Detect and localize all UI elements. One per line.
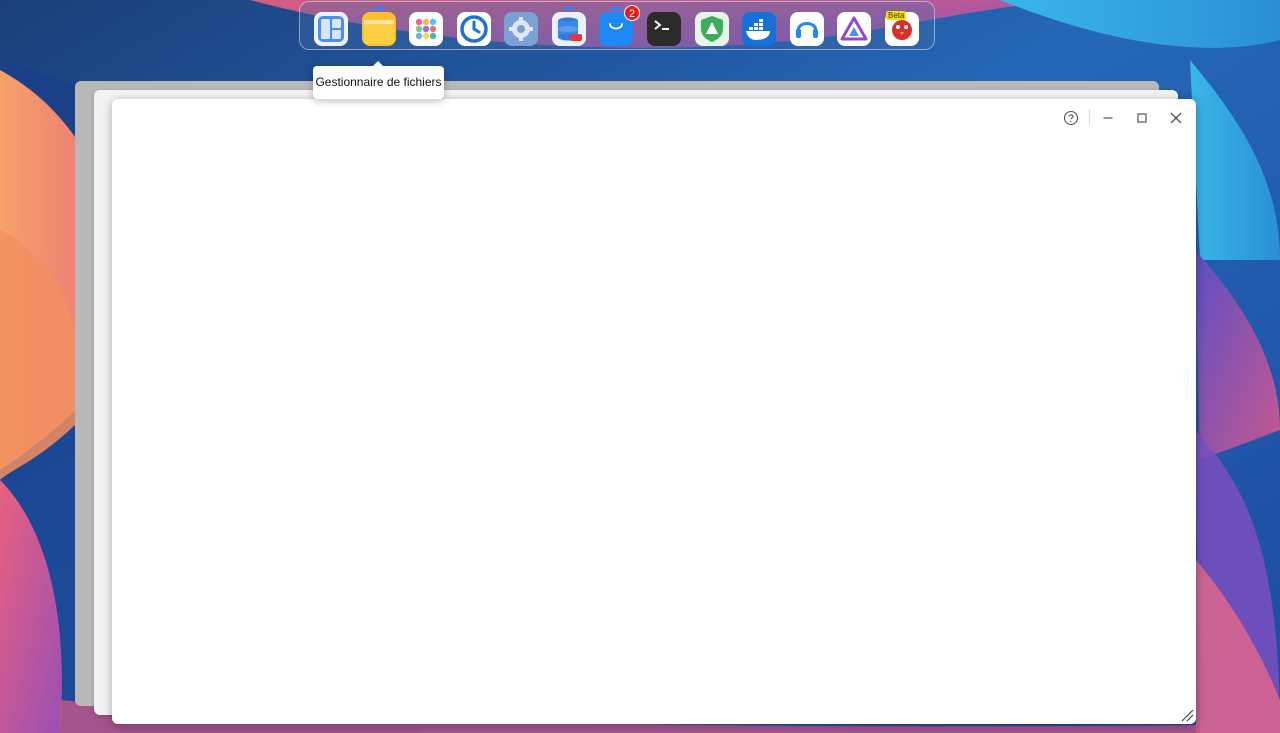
storage-database-icon[interactable] — [552, 7, 586, 46]
notification-badge: 2 — [624, 5, 640, 21]
active-window[interactable] — [112, 99, 1196, 724]
controls-divider — [1089, 109, 1090, 125]
app-dock: 2 Beta — [299, 1, 935, 50]
file-manager-icon[interactable] — [362, 7, 396, 46]
terminal-icon[interactable] — [647, 12, 681, 46]
maximize-icon[interactable] — [1133, 109, 1151, 127]
beta-tag: Beta — [886, 11, 907, 20]
backup-clock-icon[interactable] — [457, 12, 491, 46]
resize-handle-icon[interactable] — [1180, 708, 1194, 722]
support-headset-icon[interactable] — [790, 12, 824, 46]
security-shield-icon[interactable] — [695, 12, 729, 46]
running-indicator — [610, 7, 622, 10]
control-panel-icon[interactable] — [314, 12, 348, 46]
docker-whale-icon[interactable] — [742, 12, 776, 46]
red-bird-icon[interactable]: Beta — [885, 11, 919, 46]
minimize-icon[interactable] — [1099, 109, 1117, 127]
app-grid-icon[interactable] — [409, 12, 443, 46]
dock-tooltip: Gestionnaire de fichiers — [313, 66, 444, 99]
help-icon[interactable] — [1062, 109, 1080, 127]
jellyfin-icon[interactable] — [837, 12, 871, 46]
running-indicator — [373, 7, 385, 10]
running-indicator — [563, 7, 575, 10]
app-center-bag-icon[interactable]: 2 — [599, 5, 640, 46]
settings-gear-icon[interactable] — [504, 12, 538, 46]
tooltip-arrow — [372, 61, 384, 67]
close-icon[interactable] — [1167, 109, 1185, 127]
